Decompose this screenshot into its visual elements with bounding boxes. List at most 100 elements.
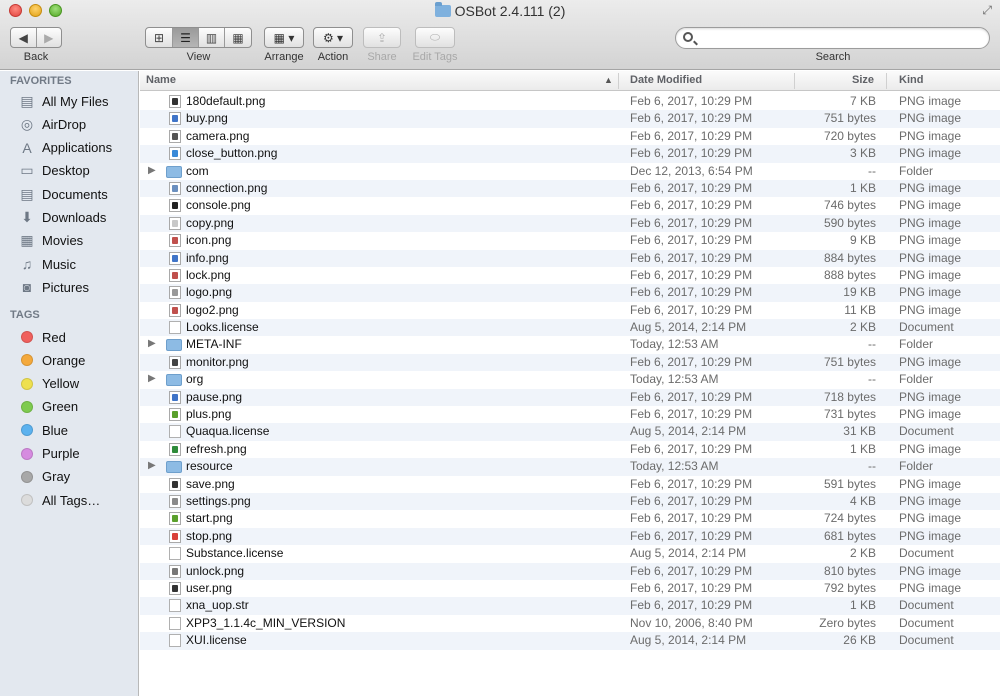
file-kind: Folder <box>899 459 934 474</box>
sidebar-tag-all-tags[interactable]: All Tags… <box>0 489 138 511</box>
file-row[interactable]: logo.png Feb 6, 2017, 10:29 PM 19 KB PNG im… <box>140 284 1000 302</box>
arrange-button[interactable]: ▦ ▾ <box>264 27 304 48</box>
file-size: -- <box>868 163 876 178</box>
column-divider[interactable] <box>618 73 619 89</box>
sidebar-tag-gray[interactable]: Gray <box>0 466 138 488</box>
file-row[interactable]: console.png Feb 6, 2017, 10:29 PM 746 byte… <box>140 197 1000 214</box>
sidebar-tag-purple[interactable]: Purple <box>0 443 138 465</box>
png-file-icon <box>169 512 181 526</box>
file-kind: PNG image <box>899 94 962 108</box>
file-name: META-INF <box>186 337 242 352</box>
sidebar-tag-red[interactable]: Red <box>0 326 138 348</box>
file-row[interactable]: plus.png Feb 6, 2017, 10:29 PM 731 bytes PN… <box>140 406 1000 423</box>
search-field[interactable] <box>675 27 990 49</box>
name-column-header[interactable]: Name <box>146 74 176 86</box>
edit-tags-button[interactable]: ⬭ <box>415 27 455 48</box>
file-row[interactable]: refresh.png Feb 6, 2017, 10:29 PM 1 KB PNG … <box>140 441 1000 458</box>
file-name: icon.png <box>186 233 232 248</box>
disclosure-triangle-icon[interactable]: ▶ <box>148 460 156 471</box>
forward-button[interactable]: ▶ <box>37 28 62 47</box>
file-row[interactable]: copy.png Feb 6, 2017, 10:29 PM 590 bytes PN… <box>140 214 1000 233</box>
file-row[interactable]: logo2.png Feb 6, 2017, 10:29 PM 11 KB PNG i… <box>140 302 1000 319</box>
kind-column-header[interactable]: Kind <box>899 74 923 86</box>
action-button[interactable]: ⚙ ▾ <box>313 27 353 48</box>
column-view-button[interactable]: ▥ <box>199 28 225 47</box>
tag-color-dot <box>21 494 33 507</box>
file-kind: PNG image <box>899 476 962 491</box>
file-kind: Document <box>899 546 954 561</box>
sidebar-item-downloads[interactable]: ⬇ Downloads <box>0 207 138 229</box>
back-button[interactable]: ◀ <box>11 28 37 47</box>
file-row[interactable]: pause.png Feb 6, 2017, 10:29 PM 718 bytes P… <box>140 388 1000 407</box>
applications-icon: A <box>22 139 32 156</box>
fullscreen-icon[interactable]: ⤢ <box>982 3 992 18</box>
file-row[interactable]: save.png Feb 6, 2017, 10:29 PM 591 bytes PN… <box>140 476 1000 493</box>
file-row[interactable]: buy.png Feb 6, 2017, 10:29 PM 751 bytes PNG… <box>140 110 1000 128</box>
file-name: monitor.png <box>186 354 249 369</box>
file-row[interactable]: user.png Feb 6, 2017, 10:29 PM 792 bytes PN… <box>140 580 1000 597</box>
file-kind: PNG image <box>899 389 962 404</box>
file-row[interactable]: info.png Feb 6, 2017, 10:29 PM 884 bytes PN… <box>140 249 1000 267</box>
file-kind: PNG image <box>899 267 962 282</box>
sidebar-tag-green[interactable]: Green <box>0 396 138 418</box>
disclosure-triangle-icon[interactable]: ▶ <box>148 338 156 349</box>
file-row[interactable]: stop.png Feb 6, 2017, 10:29 PM 681 bytes PN… <box>140 527 1000 546</box>
sidebar-item-airdrop[interactable]: ◎ AirDrop <box>0 113 138 135</box>
disclosure-triangle-icon[interactable]: ▶ <box>148 165 156 176</box>
sidebar-tag-yellow[interactable]: Yellow <box>0 373 138 395</box>
file-kind: PNG image <box>899 198 962 213</box>
sidebar-item-all-my-files[interactable]: ▤ All My Files <box>0 90 138 112</box>
file-row[interactable]: unlock.png Feb 6, 2017, 10:29 PM 810 bytes… <box>140 562 1000 580</box>
file-row[interactable]: icon.png Feb 6, 2017, 10:29 PM 9 KB PNG ima… <box>140 232 1000 249</box>
file-name: logo.png <box>186 285 233 300</box>
file-row[interactable]: settings.png Feb 6, 2017, 10:29 PM 4 KB PNG… <box>140 492 1000 511</box>
file-row[interactable]: Substance.license Aug 5, 2014, 2:14 PM 2 K… <box>140 545 1000 562</box>
file-row[interactable]: connection.png Feb 6, 2017, 10:29 PM 1 KB P… <box>140 179 1000 198</box>
list-view-button[interactable]: ☰ <box>173 28 199 47</box>
file-row[interactable]: Quaqua.license Aug 5, 2014, 2:14 PM 31 KB D… <box>140 423 1000 441</box>
column-divider[interactable] <box>886 73 887 89</box>
sidebar-tag-orange[interactable]: Orange <box>0 349 138 371</box>
share-button[interactable]: ⇪ <box>363 27 401 48</box>
disclosure-triangle-icon[interactable]: ▶ <box>148 373 156 384</box>
icon-view-button[interactable]: ⊞ <box>146 28 173 47</box>
file-row[interactable]: 180default.png Feb 6, 2017, 10:29 PM 7 KB P… <box>140 93 1000 110</box>
file-date-modified: Feb 6, 2017, 10:29 PM <box>630 198 753 213</box>
file-row[interactable]: monitor.png Feb 6, 2017, 10:29 PM 751 byte… <box>140 353 1000 372</box>
folder-row[interactable]: ▶ com Dec 12, 2013, 6:54 PM -- Folder <box>140 163 1000 180</box>
file-rows: 180default.png Feb 6, 2017, 10:29 PM 7 KB P… <box>140 93 1000 650</box>
file-date-modified: Feb 6, 2017, 10:29 PM <box>630 389 753 404</box>
file-row[interactable]: lock.png Feb 6, 2017, 10:29 PM 888 bytes PN… <box>140 267 1000 284</box>
file-row[interactable]: Looks.license Aug 5, 2014, 2:14 PM 2 KB Doc… <box>140 319 1000 337</box>
file-row[interactable]: camera.png Feb 6, 2017, 10:29 PM 720 bytes… <box>140 128 1000 145</box>
sidebar-item-label: Applications <box>42 140 113 156</box>
file-row[interactable]: start.png Feb 6, 2017, 10:29 PM 724 bytes P… <box>140 510 1000 527</box>
sidebar-item-movies[interactable]: ▦ Movies <box>0 230 138 252</box>
file-row[interactable]: xna_uop.str Feb 6, 2017, 10:29 PM 1 KB Docu… <box>140 597 1000 615</box>
folder-row[interactable]: ▶ org Today, 12:53 AM -- Folder <box>140 371 1000 388</box>
column-divider[interactable] <box>794 73 795 89</box>
sidebar-item-music[interactable]: ♫ Music <box>0 253 138 275</box>
sidebar-item-desktop[interactable]: ▭ Desktop <box>0 160 138 182</box>
folder-row[interactable]: ▶ META-INF Today, 12:53 AM -- Folder <box>140 336 1000 353</box>
size-column-header[interactable]: Size <box>852 74 874 86</box>
file-row[interactable]: close_button.png Feb 6, 2017, 10:29 PM 3 K… <box>140 145 1000 163</box>
search-input[interactable] <box>698 30 983 46</box>
date-column-header[interactable]: Date Modified <box>630 74 702 86</box>
cover-flow-button[interactable]: ▦ <box>225 28 251 47</box>
file-name: resource <box>186 459 233 474</box>
cover-flow-icon: ▦ <box>232 30 244 45</box>
file-date-modified: Aug 5, 2014, 2:14 PM <box>630 633 747 648</box>
file-row[interactable]: XPP3_1.1.4c_MIN_VERSION Nov 10, 2006, 8:4… <box>140 615 1000 632</box>
sidebar-tag-blue[interactable]: Blue <box>0 419 138 441</box>
file-size: -- <box>868 337 876 352</box>
folder-row[interactable]: ▶ resource Today, 12:53 AM -- Folder <box>140 458 1000 476</box>
file-row[interactable]: XUI.license Aug 5, 2014, 2:14 PM 26 KB Docu… <box>140 632 1000 650</box>
file-size: 2 KB <box>849 320 876 335</box>
file-size: 2 KB <box>849 546 876 561</box>
sidebar-item-applications[interactable]: A Applications <box>0 137 138 159</box>
file-kind: PNG image <box>899 563 962 578</box>
file-size: 7 KB <box>849 94 876 108</box>
sidebar-item-documents[interactable]: ▤ Documents <box>0 183 138 205</box>
sidebar-item-pictures[interactable]: ◙ Pictures <box>0 276 138 298</box>
